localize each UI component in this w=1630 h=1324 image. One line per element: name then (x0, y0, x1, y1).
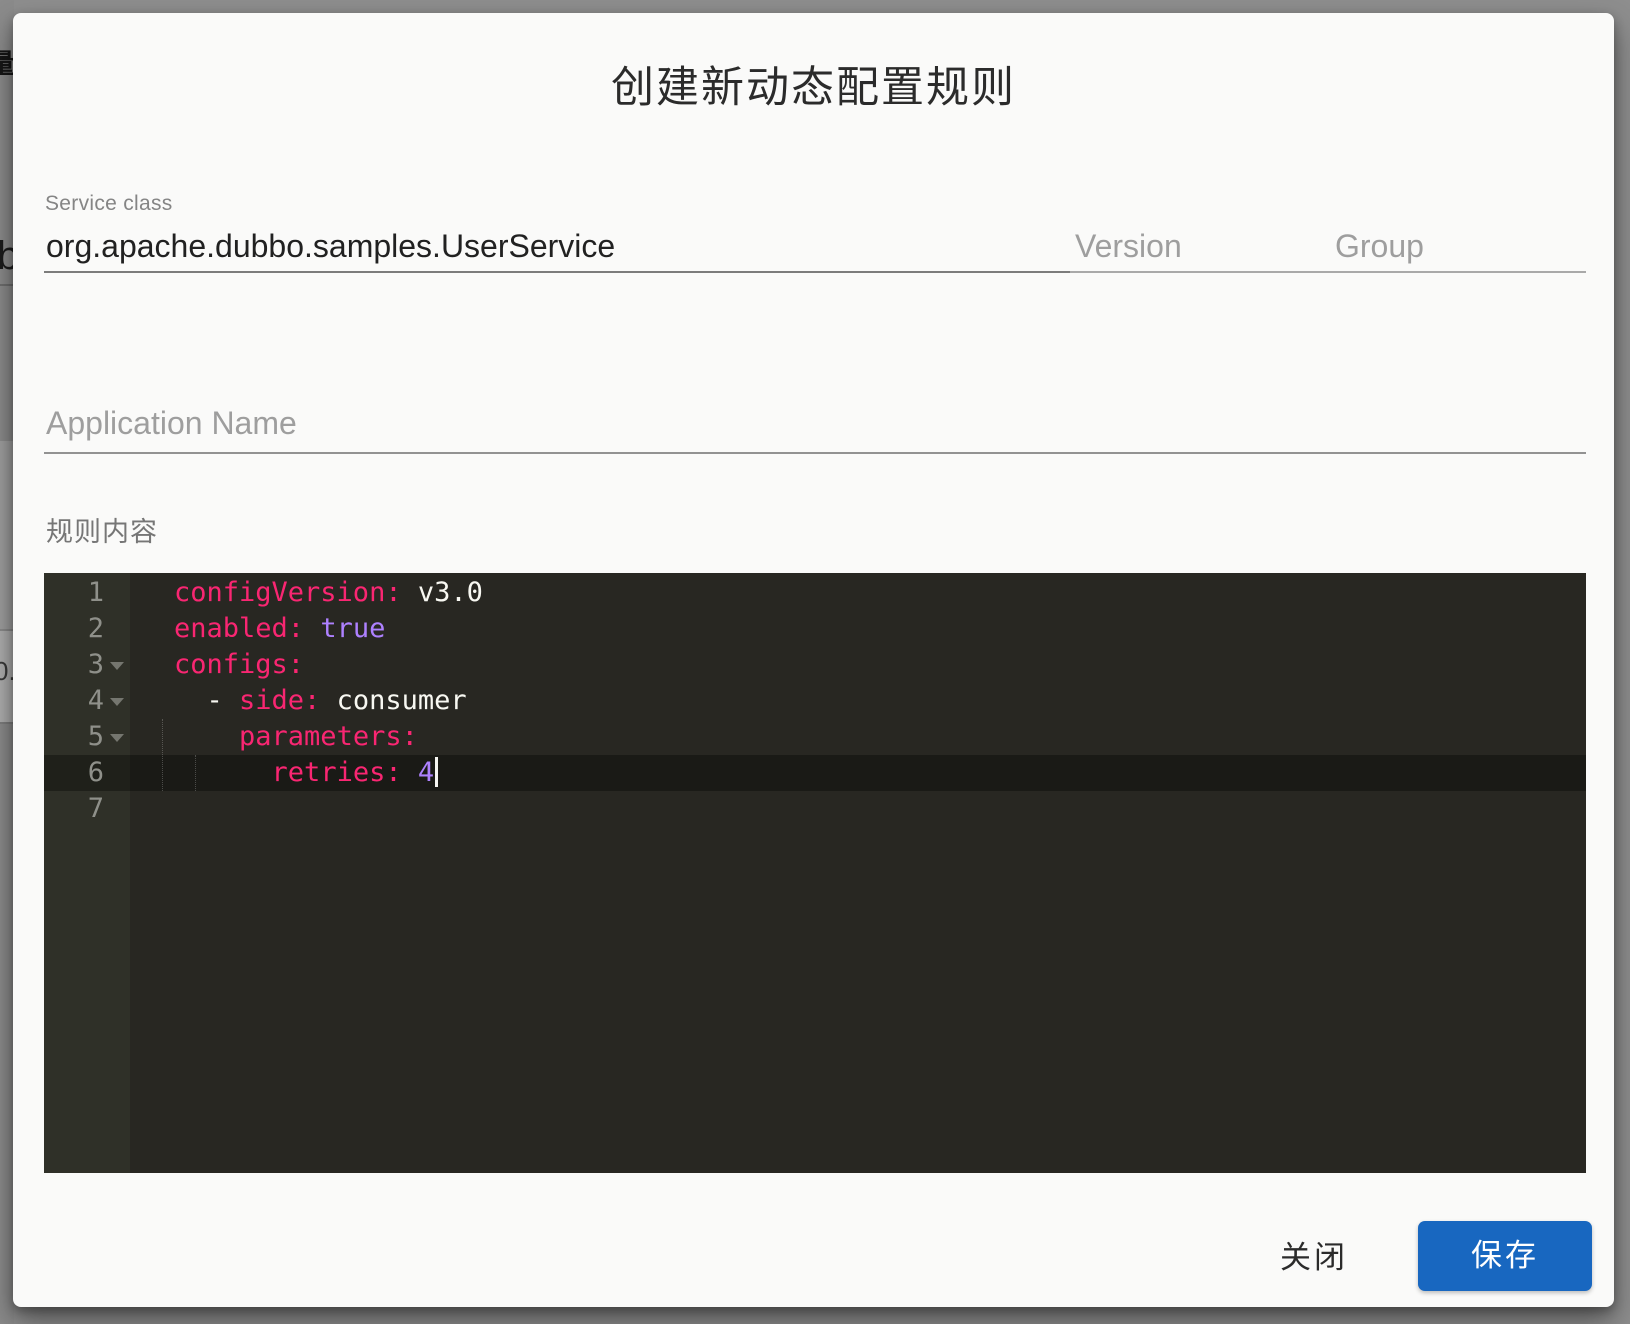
editor-line[interactable]: 6 retries: 4 (44, 755, 1586, 791)
background-block (0, 441, 14, 630)
fold-caret-icon[interactable] (110, 698, 124, 706)
line-number: 6 (87, 757, 104, 788)
editor-line[interactable]: 1 configVersion: v3.0 (44, 575, 1586, 611)
editor-line[interactable]: 3 configs: (44, 647, 1586, 683)
service-class-input[interactable] (44, 228, 1070, 269)
line-number: 3 (87, 649, 104, 680)
line-number: 5 (87, 721, 104, 752)
fold-caret-icon[interactable] (110, 662, 124, 670)
background-text-fragment: 0. (0, 656, 14, 686)
line-number: 7 (87, 793, 104, 824)
fold-caret-icon[interactable] (110, 734, 124, 742)
application-name-input[interactable] (44, 405, 1586, 452)
background-divider (0, 284, 14, 286)
yaml-code-editor[interactable]: 1 configVersion: v3.0 2 enabled: true 3 confi… (44, 573, 1586, 1173)
dialog-title: 创建新动态配置规则 (611, 64, 1016, 112)
code-text: parameters: (239, 721, 418, 752)
code-text: configVersion: v3.0 (174, 577, 483, 608)
background-divider (0, 722, 14, 724)
group-input[interactable] (1330, 228, 1586, 269)
editor-line[interactable]: 4 - side: consumer (44, 683, 1586, 719)
code-text: retries: 4 (174, 755, 439, 791)
service-class-field[interactable]: Service class (44, 192, 1070, 273)
service-class-label: Service class (45, 192, 173, 215)
code-text: - side: consumer (174, 685, 467, 716)
rule-content-label: 规则内容 (46, 517, 158, 547)
editor-lines: 1 configVersion: v3.0 2 enabled: true 3 confi… (44, 575, 1586, 827)
line-number: 2 (87, 613, 104, 644)
group-field[interactable] (1330, 192, 1586, 273)
background-text-fragment: 量 (0, 49, 14, 79)
save-button[interactable]: 保存 (1418, 1221, 1592, 1291)
service-fields-row: Service class (44, 192, 1586, 273)
application-name-field[interactable] (44, 369, 1586, 454)
editor-line[interactable]: 2 enabled: true (44, 611, 1586, 647)
indent-guide (195, 755, 196, 791)
code-text: configs: (174, 649, 305, 680)
indent-guide (162, 719, 163, 791)
background-page-strip: 量 b 0. (0, 0, 14, 1324)
background-divider (0, 629, 14, 631)
editor-line[interactable]: 7 (44, 791, 1586, 827)
line-number: 1 (87, 577, 104, 608)
create-rule-dialog: 创建新动态配置规则 Service class 规则内容 1 configVers… (13, 13, 1614, 1307)
version-input[interactable] (1070, 228, 1330, 269)
text-cursor (435, 756, 439, 787)
line-number: 4 (87, 685, 104, 716)
background-block (0, 723, 14, 1324)
version-field[interactable] (1070, 192, 1330, 273)
background-text-fragment: b (0, 234, 14, 278)
code-text: enabled: true (174, 613, 386, 644)
editor-line[interactable]: 5 parameters: (44, 719, 1586, 755)
close-button[interactable]: 关闭 (1249, 1235, 1379, 1281)
